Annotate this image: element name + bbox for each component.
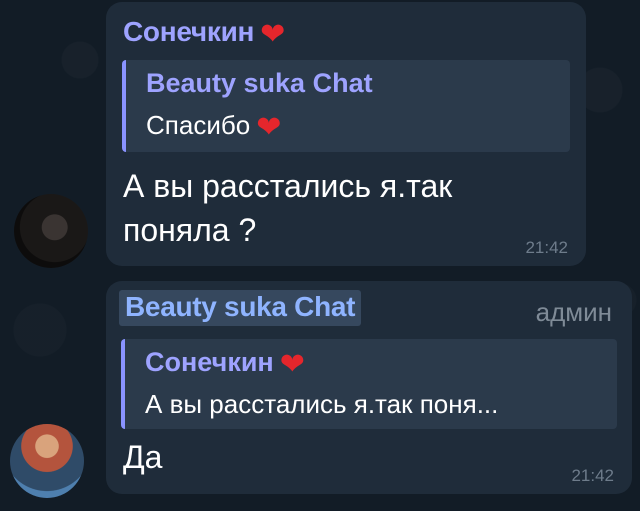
reply-author: Сонечкин ❤ bbox=[145, 347, 305, 381]
sender-avatar[interactable] bbox=[14, 194, 88, 268]
heart-icon: ❤ bbox=[260, 18, 285, 51]
reply-text: Спасибо ❤ bbox=[146, 110, 282, 144]
sender-name[interactable]: Сонечкин ❤ bbox=[123, 16, 285, 52]
reply-author: Beauty suka Chat bbox=[146, 68, 373, 98]
message-bubble[interactable]: Beauty suka Chat админ Сонечкин ❤ А вы ра… bbox=[106, 281, 632, 494]
reply-preview[interactable]: Сонечкин ❤ А вы расстались я.так поня... bbox=[121, 339, 617, 429]
admin-badge: админ bbox=[535, 297, 612, 327]
message-time: 21:42 bbox=[571, 466, 614, 485]
sender-name[interactable]: Beauty suka Chat bbox=[119, 290, 362, 326]
reply-preview[interactable]: Beauty suka Chat Спасибо ❤ bbox=[122, 60, 570, 152]
message-text: А вы расстались я.так поняла ? bbox=[123, 168, 453, 248]
message-text: Да bbox=[123, 439, 163, 475]
reply-text: А вы расстались я.так поня... bbox=[145, 389, 499, 419]
heart-icon: ❤ bbox=[256, 111, 282, 144]
message-bubble[interactable]: Сонечкин ❤ Beauty suka Chat Спасибо ❤ А вы… bbox=[106, 2, 586, 266]
sender-avatar[interactable] bbox=[10, 424, 84, 498]
message-time: 21:42 bbox=[525, 238, 568, 257]
heart-icon: ❤ bbox=[279, 348, 305, 381]
